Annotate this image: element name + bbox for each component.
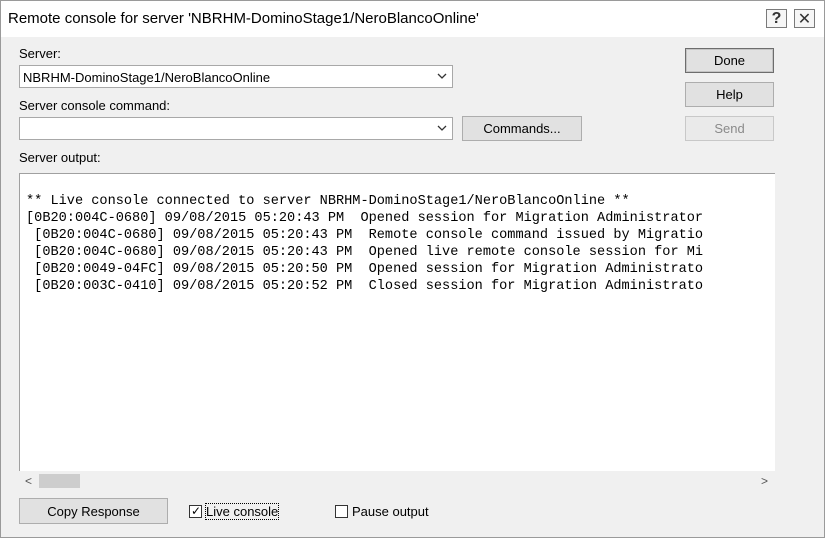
live-console-label[interactable]: Live console [204, 502, 280, 520]
help-icon[interactable]: ? [766, 9, 787, 28]
chevron-down-icon [437, 125, 447, 131]
output-line: ** Live console connected to server NBRH… [26, 194, 630, 209]
output-line: [0B20:004C-0680] 09/08/2015 05:20:43 PM … [26, 211, 704, 226]
copy-response-button[interactable]: Copy Response [19, 498, 168, 524]
output-line: [0B20:004C-0680] 09/08/2015 05:20:43 PM … [26, 228, 704, 243]
server-output-area[interactable]: ** Live console connected to server NBRH… [19, 173, 775, 471]
horizontal-scrollbar[interactable]: < > [19, 471, 775, 490]
help-button[interactable]: Help [685, 82, 774, 107]
pause-output-box[interactable] [335, 504, 348, 518]
close-glyph: ✕ [797, 10, 812, 28]
scroll-right-icon[interactable]: > [761, 474, 768, 488]
window-title: Remote console for server 'NBRHM-DominoS… [8, 10, 479, 27]
done-button[interactable]: Done [685, 48, 774, 73]
scroll-thumb[interactable] [39, 474, 80, 488]
title-bar: Remote console for server 'NBRHM-DominoS… [1, 1, 824, 37]
server-value: NBRHM-DominoStage1/NeroBlancoOnline [23, 70, 271, 85]
output-line: [0B20:0049-04FC] 09/08/2015 05:20:50 PM … [26, 262, 704, 277]
output-line: [0B20:004C-0680] 09/08/2015 05:20:43 PM … [26, 245, 704, 260]
help-glyph: ? [771, 9, 782, 27]
remote-console-dialog: Remote console for server 'NBRHM-DominoS… [0, 0, 825, 538]
live-console-checkbox[interactable]: ✓ Live console [189, 502, 280, 520]
close-icon[interactable]: ✕ [794, 9, 815, 28]
command-label: Server console command: [19, 98, 171, 113]
output-line: [0B20:003C-0410] 09/08/2015 05:20:52 PM … [26, 279, 704, 294]
output-label: Server output: [19, 150, 101, 165]
commands-button[interactable]: Commands... [462, 116, 582, 141]
pause-output-checkbox[interactable]: Pause output [335, 502, 429, 520]
chevron-down-icon [437, 73, 447, 79]
pause-output-label[interactable]: Pause output [352, 504, 429, 519]
checkmark-icon: ✓ [191, 503, 202, 518]
command-combobox[interactable] [19, 117, 453, 140]
send-button[interactable]: Send [685, 116, 774, 141]
scroll-left-icon[interactable]: < [25, 474, 32, 488]
server-dropdown[interactable]: NBRHM-DominoStage1/NeroBlancoOnline [19, 65, 453, 88]
server-label: Server: [19, 46, 61, 61]
live-console-box[interactable]: ✓ [189, 503, 202, 518]
